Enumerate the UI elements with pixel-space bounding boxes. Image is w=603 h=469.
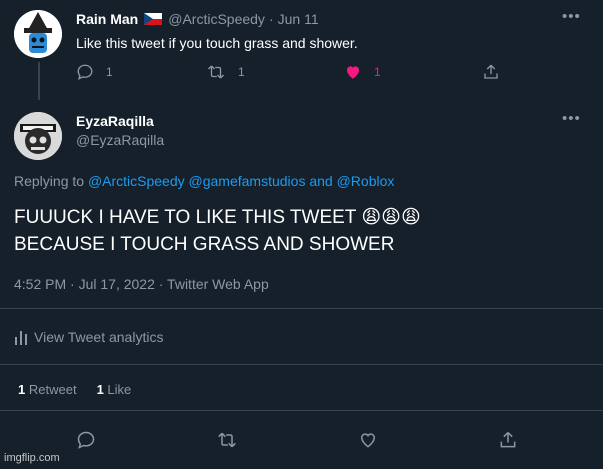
avatar[interactable] [14, 112, 62, 160]
heart-filled-icon [347, 66, 359, 79]
like-button[interactable] [358, 430, 378, 450]
like-count: 1 [374, 65, 381, 79]
likes-label: Like [107, 382, 132, 397]
main-tweet: EyzaRaqilla @EyzaRaqilla ••• Replying to… [0, 100, 603, 469]
replying-mentions[interactable]: @ArcticSpeedy @gamefamstudios [88, 173, 306, 189]
czech-flag-icon [144, 13, 163, 25]
analytics-icon [15, 331, 27, 345]
reply-button[interactable]: 1 [76, 63, 113, 81]
watermark: imgflip.com [4, 452, 60, 464]
avatar[interactable] [14, 10, 62, 58]
parent-handle[interactable]: @ArcticSpeedy [168, 11, 265, 27]
reply-icon [77, 64, 93, 81]
likes-stat[interactable]: 1 Like [97, 382, 132, 397]
reply-icon [77, 431, 95, 449]
share-button[interactable] [498, 430, 518, 450]
reply-button[interactable] [76, 430, 96, 450]
share-icon [500, 431, 516, 448]
share-button[interactable] [482, 63, 500, 81]
retweets-count: 1 [18, 382, 26, 397]
engagement-stats: 1 Retweet 1 Like [18, 382, 131, 397]
likes-count: 1 [96, 382, 104, 397]
replying-to-line: Replying to @ArcticSpeedy @gamefamstudio… [14, 173, 394, 189]
divider [0, 364, 603, 365]
author-handle[interactable]: @EyzaRaqilla [76, 132, 164, 148]
tweet-text: FUUUCK I HAVE TO LIKE THIS TWEET 😩😩😩 BEC… [14, 204, 421, 258]
retweets-label: Retweet [28, 382, 77, 397]
tweet-timestamp[interactable]: 4:52 PM · Jul 17, 2022 · Twitter Web App [14, 276, 269, 292]
retweet-icon [218, 432, 236, 448]
retweet-count: 1 [238, 65, 245, 79]
more-options-button[interactable]: ••• [562, 8, 581, 25]
parent-display-name[interactable]: Rain Man [76, 11, 138, 27]
reply-count: 1 [106, 65, 113, 79]
thread-connector [38, 62, 40, 100]
parent-tweet[interactable]: Rain Man @ArcticSpeedy · Jun 11 ••• Like… [0, 0, 603, 100]
retweet-button[interactable]: 1 [206, 63, 245, 81]
tweet-text-line-2: BECAUSE I TOUCH GRASS AND SHOWER [14, 234, 395, 255]
view-analytics-link[interactable]: View Tweet analytics [14, 329, 163, 345]
parent-date[interactable]: Jun 11 [278, 11, 319, 27]
replying-prefix: Replying to [14, 173, 85, 189]
meta-separator: · [268, 11, 274, 27]
like-button[interactable]: 1 [344, 63, 381, 81]
parent-tweet-text: Like this tweet if you touch grass and s… [76, 35, 358, 51]
replying-and: and [309, 173, 333, 189]
tweet-text-line-1: FUUUCK I HAVE TO LIKE THIS TWEET 😩😩😩 [14, 207, 421, 228]
skull-avatar-image [14, 112, 62, 160]
mention-roblox[interactable]: @Roblox [337, 173, 395, 189]
retweet-button[interactable] [216, 430, 238, 450]
share-icon [484, 64, 498, 79]
divider [0, 308, 603, 309]
analytics-label: View Tweet analytics [34, 329, 164, 345]
more-options-button[interactable]: ••• [562, 110, 581, 127]
divider [0, 410, 603, 411]
author-display-name[interactable]: EyzaRaqilla [76, 113, 154, 129]
wizard-avatar-image [14, 10, 62, 58]
retweet-icon [208, 65, 224, 79]
heart-outline-icon [360, 433, 376, 448]
retweets-stat[interactable]: 1 Retweet [18, 382, 77, 397]
